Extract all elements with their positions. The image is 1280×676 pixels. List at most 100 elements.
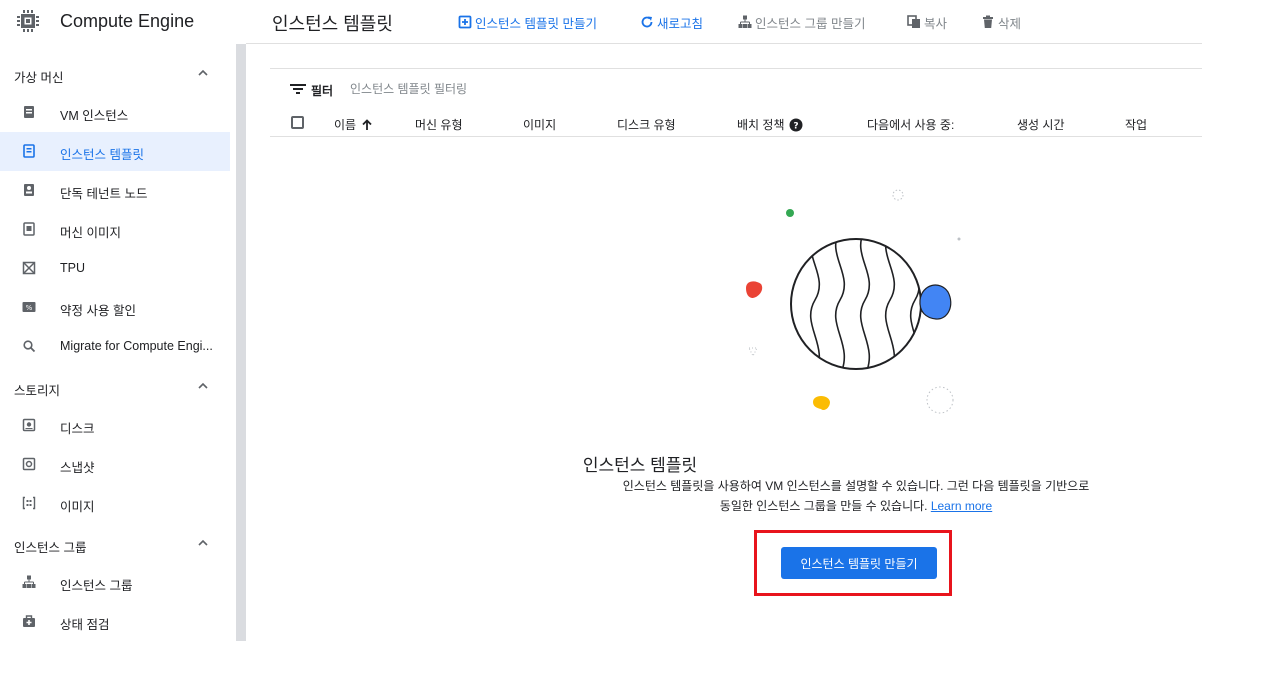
machine-image-icon — [23, 222, 35, 236]
column-header-label: 머신 유형 — [415, 118, 463, 132]
vm-instance-icon — [24, 106, 34, 118]
column-header-label: 생성 시간 — [1017, 118, 1065, 132]
dotted-circle-large — [926, 386, 954, 414]
add-box-icon — [458, 15, 472, 29]
sidebar-item-vm-instances[interactable]: VM 인스턴스 — [0, 93, 236, 132]
column-header-machine-type[interactable]: 머신 유형 — [415, 116, 463, 133]
column-header-image[interactable]: 이미지 — [523, 116, 556, 133]
copy-icon — [907, 15, 920, 28]
green-dot — [786, 209, 794, 217]
page-header: 인스턴스 템플릿 인스턴스 템플릿 만들기 새로고침 인스턴스 그룹 만들기 복… — [246, 0, 1202, 44]
column-header-creation-time[interactable]: 생성 시간 — [1017, 116, 1065, 133]
refresh-label: 새로고침 — [657, 16, 704, 31]
refresh-icon — [641, 16, 653, 28]
sidebar-item-label: TPU — [60, 261, 85, 275]
delete-label: 삭제 — [998, 16, 1022, 31]
sidebar-item-tpu[interactable]: TPU — [0, 249, 236, 288]
empty-state-text: 인스턴스 템플릿을 사용하여 VM 인스턴스를 설명할 수 있습니다. 그런 다… — [622, 479, 1090, 513]
product-title: Compute Engine — [60, 11, 195, 31]
instance-group-icon — [22, 575, 36, 588]
side-nav: 가상 머신 VM 인스턴스 인스턴스 템플릿 단독 테넌트 노드 머신 이미지 … — [0, 53, 236, 641]
create-template-cta-button[interactable]: 인스턴스 템플릿 만들기 — [781, 547, 937, 579]
sidebar-item-label: 머신 이미지 — [60, 226, 121, 240]
health-check-icon — [23, 615, 35, 627]
chevron-up-icon — [198, 69, 208, 76]
sidebar-item-label: 인스턴스 템플릿 — [60, 148, 144, 162]
svg-text:%: % — [26, 304, 33, 312]
column-header-label: 작업 — [1125, 118, 1148, 132]
column-header-actions: 작업 — [1125, 116, 1147, 133]
create-instance-group-label: 인스턴스 그룹 만들기 — [755, 16, 866, 31]
sidebar-item-images[interactable]: 이미지 — [0, 484, 236, 523]
yellow-blob — [813, 396, 830, 411]
column-header-name[interactable]: 이름 — [334, 116, 374, 133]
empty-state-title-text: 인스턴스 템플릿 — [582, 456, 698, 475]
filter-icon[interactable] — [290, 83, 306, 95]
discount-icon: % — [22, 302, 36, 312]
trash-icon — [983, 15, 993, 28]
sidebar-item-disks[interactable]: 디스크 — [0, 406, 236, 445]
nav-section-label: 스토리지 — [14, 384, 61, 398]
column-header-in-use-by[interactable]: 다음에서 사용 중: — [867, 116, 954, 133]
page-title: 인스턴스 템플릿 — [272, 14, 393, 34]
sidebar-item-label: 단독 테넌트 노드 — [60, 187, 148, 201]
sidebar-item-migrate[interactable]: Migrate for Compute Engi... — [0, 327, 236, 366]
highlight-box: 인스턴스 템플릿 만들기 — [754, 530, 952, 596]
template-icon — [23, 144, 35, 158]
chevron-up-icon — [198, 382, 208, 389]
table-header: 이름 머신 유형 이미지 디스크 유형 배치 정책 ? 다음에서 사용 중: 생… — [270, 108, 1202, 137]
nav-section-storage[interactable]: 스토리지 — [0, 366, 236, 406]
nav-section-label: 인스턴스 그룹 — [14, 541, 87, 555]
filter-bar: 필터 — [270, 69, 1202, 108]
create-template-button[interactable]: 인스턴스 템플릿 만들기 — [458, 12, 597, 32]
copy-button[interactable]: 복사 — [907, 12, 947, 32]
create-instance-group-button[interactable]: 인스턴스 그룹 만들기 — [738, 12, 865, 32]
sidebar-item-instance-templates[interactable]: 인스턴스 템플릿 — [0, 132, 230, 171]
chip-icon — [17, 10, 39, 32]
sidebar: Compute Engine 가상 머신 VM 인스턴스 인스턴스 템플릿 단독… — [0, 0, 246, 641]
empty-state-illustration — [746, 189, 961, 414]
chevron-up-icon — [198, 539, 208, 546]
refresh-button[interactable]: 새로고침 — [640, 12, 703, 32]
column-header-disk-type[interactable]: 디스크 유형 — [617, 116, 676, 133]
select-all-checkbox[interactable] — [291, 116, 304, 129]
sole-tenant-icon — [24, 184, 34, 196]
help-icon[interactable]: ? — [789, 118, 803, 132]
nav-section-vm[interactable]: 가상 머신 — [0, 53, 236, 93]
sidebar-item-health-checks[interactable]: 상태 점검 — [0, 602, 236, 641]
image-icon — [22, 496, 36, 510]
red-blob — [746, 281, 763, 298]
arrow-up-icon — [362, 118, 372, 130]
column-header-placement-policy[interactable]: 배치 정책 ? — [737, 116, 803, 133]
svg-text:?: ? — [793, 121, 798, 131]
sidebar-item-label: 약정 사용 할인 — [60, 304, 136, 318]
product-header[interactable]: Compute Engine — [0, 0, 246, 44]
nav-section-label: 가상 머신 — [14, 71, 64, 85]
sidebar-item-instance-groups[interactable]: 인스턴스 그룹 — [0, 563, 236, 602]
filter-label: 필터 — [311, 84, 334, 98]
instance-group-icon — [738, 15, 752, 28]
nav-section-instance-groups[interactable]: 인스턴스 그룹 — [0, 523, 236, 563]
search-icon — [23, 340, 36, 353]
sidebar-item-label: 상태 점검 — [60, 618, 110, 632]
dotted-triangle — [748, 347, 758, 358]
sidebar-item-label: 이미지 — [60, 500, 95, 514]
sidebar-item-sole-tenant-nodes[interactable]: 단독 테넌트 노드 — [0, 171, 236, 210]
grey-dot — [957, 237, 961, 241]
create-template-label: 인스턴스 템플릿 만들기 — [475, 16, 597, 31]
column-header-label: 다음에서 사용 중: — [867, 118, 955, 132]
sidebar-item-label: 인스턴스 그룹 — [60, 579, 133, 593]
column-header-label: 이미지 — [523, 118, 557, 132]
filter-input[interactable] — [350, 76, 850, 102]
blue-blob — [919, 284, 952, 320]
column-header-label: 배치 정책 — [737, 118, 785, 132]
learn-more-link[interactable]: Learn more — [931, 499, 992, 513]
sidebar-item-label: VM 인스턴스 — [60, 109, 129, 123]
sidebar-item-committed-use-discounts[interactable]: % 약정 사용 할인 — [0, 288, 236, 327]
empty-state-title: 인스턴스 템플릿 — [0, 451, 1280, 476]
sidebar-item-label: 디스크 — [60, 422, 95, 436]
sidebar-item-machine-images[interactable]: 머신 이미지 — [0, 210, 236, 249]
disk-icon — [22, 418, 36, 432]
sidebar-scrollbar[interactable] — [236, 44, 246, 641]
delete-button[interactable]: 삭제 — [981, 12, 1021, 32]
